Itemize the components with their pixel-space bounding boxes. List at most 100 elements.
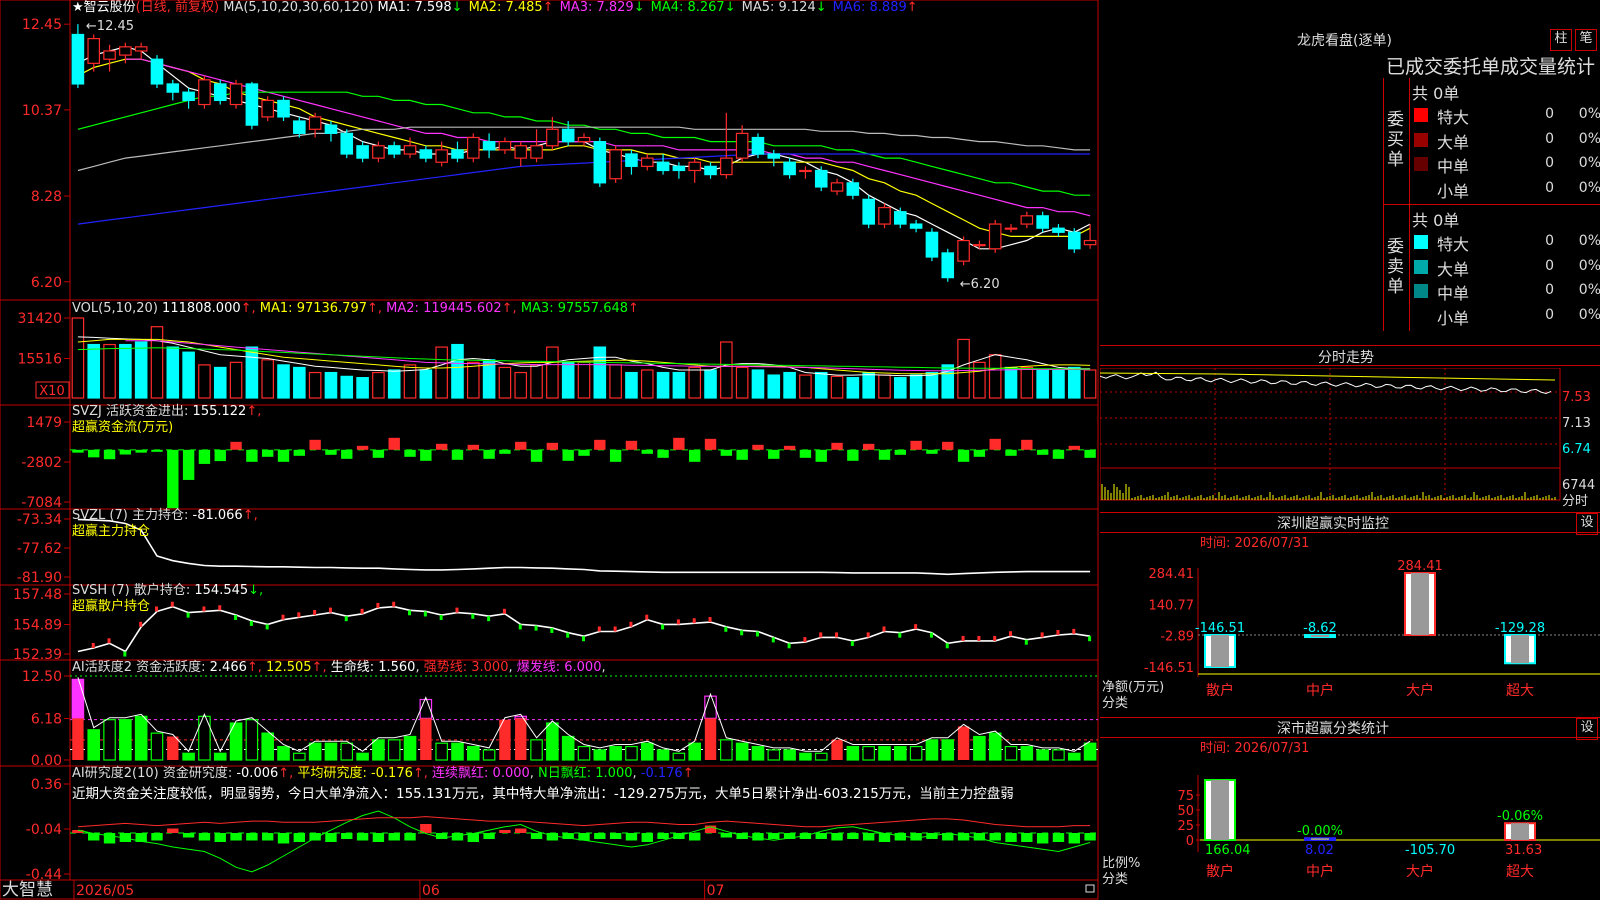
footer-logo[interactable]: 大智慧 bbox=[2, 880, 53, 900]
intraday-avg-line bbox=[1100, 372, 1556, 381]
volume-bar bbox=[198, 364, 211, 399]
bar-mode-button[interactable]: 柱 bbox=[1550, 29, 1572, 51]
class-stats-chart: 7550250 166.04 散户 -0.00% 8.02 中户 -105.70 大户 -0.0… bbox=[1177, 775, 1600, 880]
ma-line-ma1 bbox=[77, 46, 1091, 250]
ai2-bar bbox=[103, 833, 116, 844]
volume-bar bbox=[150, 326, 164, 399]
star-icon[interactable]: ★ bbox=[72, 0, 84, 15]
svsh-tick bbox=[281, 614, 285, 620]
svzj-bar bbox=[594, 439, 606, 450]
intraday-chart[interactable] bbox=[1100, 368, 1600, 513]
svsh-tick bbox=[708, 617, 712, 623]
svzj-bar bbox=[341, 449, 353, 459]
svsh-tick bbox=[139, 621, 143, 627]
volume-bar bbox=[609, 364, 622, 399]
svzl-label: SVZL (7) 主力持仓: bbox=[72, 508, 189, 523]
volume-bar bbox=[498, 366, 512, 399]
volume-bar bbox=[894, 377, 907, 399]
svzj-bar bbox=[246, 449, 258, 462]
ai2-bar bbox=[230, 833, 242, 841]
ai1-header: AI活跃度2 资金活跃度: 2.466↑, 12.505↑, 生命线: 1.56… bbox=[72, 660, 606, 675]
right-divider bbox=[1100, 717, 1600, 718]
volume-bar bbox=[419, 369, 433, 399]
volume-bar bbox=[87, 343, 101, 399]
svzj-bar bbox=[799, 449, 812, 458]
ai1-bar bbox=[372, 739, 385, 761]
candle bbox=[103, 50, 116, 60]
ai2-bar bbox=[182, 833, 195, 838]
candle bbox=[688, 161, 702, 172]
intraday-vol-axis: 6744 bbox=[1562, 478, 1596, 493]
volume-bar bbox=[277, 364, 290, 399]
volume-bar bbox=[1036, 369, 1049, 399]
candle bbox=[656, 161, 670, 172]
ai2-bar bbox=[214, 833, 226, 842]
volume-bar bbox=[324, 371, 338, 399]
ai1-strong-bar bbox=[515, 718, 527, 760]
volume-bar bbox=[640, 369, 654, 399]
svsh-tick bbox=[91, 642, 95, 648]
candle bbox=[846, 182, 860, 196]
candle bbox=[609, 149, 622, 180]
vol-ma2: MA2: 119445.602 bbox=[386, 301, 502, 316]
svzj-bar bbox=[862, 443, 875, 450]
stats-row-percent: 0% bbox=[1578, 233, 1600, 249]
vol-unit-label: X10 bbox=[39, 384, 64, 399]
stats-row-volume: 0 bbox=[1545, 155, 1554, 171]
ai1-bar bbox=[213, 752, 227, 761]
ai1-bar bbox=[1083, 742, 1097, 761]
volume-bar bbox=[514, 371, 528, 399]
monitor-axis-label: -2.89 bbox=[1160, 630, 1194, 645]
monitor-bar-value: -129.28 bbox=[1495, 621, 1545, 636]
right-divider bbox=[1100, 532, 1600, 533]
ai2-bar bbox=[372, 833, 385, 842]
volume-bar bbox=[846, 377, 860, 399]
candle bbox=[324, 124, 338, 134]
svsh-tick bbox=[534, 625, 538, 631]
candle bbox=[293, 120, 306, 134]
price-axis-label: 12.45 bbox=[22, 17, 62, 33]
candle bbox=[498, 141, 512, 151]
svzj-bar bbox=[894, 449, 907, 455]
class-bar-pct: -0.06% bbox=[1497, 809, 1543, 824]
ai2-v1: -0.006 bbox=[236, 766, 279, 781]
ai1-bar bbox=[308, 742, 322, 761]
candle bbox=[387, 145, 401, 155]
ai2-bar bbox=[404, 833, 416, 841]
svsh-tick bbox=[376, 602, 380, 608]
vol-axis-label: 31420 bbox=[17, 311, 62, 327]
candle bbox=[530, 145, 543, 159]
monitor-chart: 284.41140.77-2.89-146.51-146.51散户-8.62中户… bbox=[1144, 559, 1600, 699]
buy-total: 共 0单 bbox=[1412, 84, 1460, 103]
ai2-avg-line bbox=[77, 816, 1091, 828]
volume-bar bbox=[387, 369, 401, 399]
volume-bar bbox=[134, 341, 148, 399]
volume-bar bbox=[71, 317, 85, 399]
chart-mode[interactable]: (日线, 前复权) bbox=[136, 0, 219, 15]
volume-bar bbox=[103, 343, 116, 399]
intraday-unit: 分时 bbox=[1562, 494, 1589, 509]
ai1-bar bbox=[546, 722, 559, 761]
svzj-bar bbox=[973, 449, 986, 457]
main-chart-area[interactable]: 12.45 10.37 8.28 6.20 ←12.45 ←6.20 31420 15516 X… bbox=[0, 0, 1100, 900]
tick-mode-button[interactable]: 笔 bbox=[1575, 29, 1597, 51]
candle bbox=[229, 83, 243, 106]
ai1-bar bbox=[150, 732, 164, 761]
volume-bar bbox=[1004, 366, 1018, 399]
svsh-tick bbox=[977, 635, 981, 641]
stock-name[interactable]: 智云股份 bbox=[84, 0, 136, 15]
svzl-axis-label: -73.34 bbox=[17, 512, 62, 528]
date-label: 2026/05 bbox=[76, 883, 134, 899]
svzj-bar bbox=[673, 437, 685, 450]
candle bbox=[1083, 239, 1097, 246]
svsh-tick bbox=[1024, 639, 1028, 645]
stats-title: 已成交委托单成交量统计 bbox=[1386, 56, 1596, 78]
svsh-tick bbox=[613, 626, 617, 632]
ai1-bar bbox=[656, 749, 670, 761]
right-divider bbox=[1100, 512, 1600, 513]
intraday-axis-mid: 7.13 bbox=[1562, 416, 1591, 431]
ai1-burst-bar bbox=[71, 678, 85, 719]
monitor-bar-shade bbox=[1511, 635, 1529, 664]
svzj-bar bbox=[499, 449, 511, 454]
ai2-bar bbox=[246, 833, 258, 841]
